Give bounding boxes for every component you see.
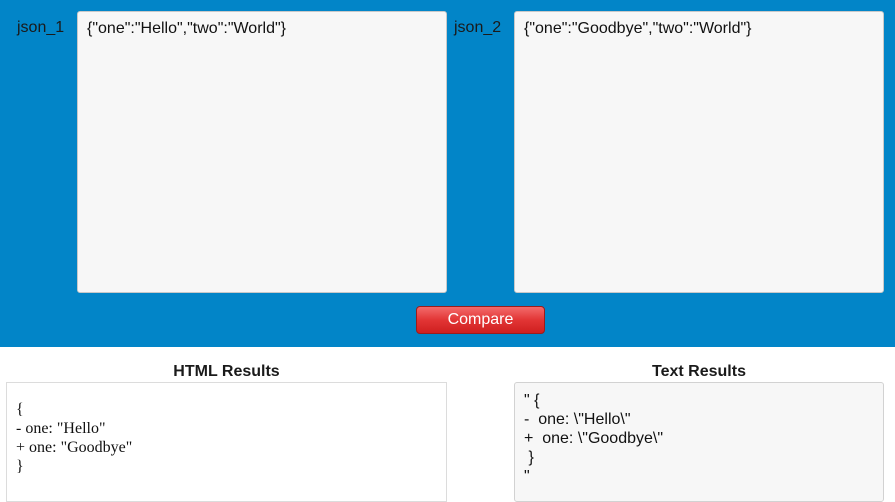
- text-result-line: - one: \"Hello\": [524, 411, 631, 428]
- compare-button[interactable]: Compare: [416, 306, 545, 334]
- text-result-line: ": [524, 468, 530, 485]
- json-2-label: json_2: [454, 19, 502, 36]
- json-1-input[interactable]: {"one":"Hello","two":"World"}: [77, 11, 447, 293]
- json-1-label: json_1: [17, 19, 65, 36]
- input-panel: json_1 {"one":"Hello","two":"World"} jso…: [0, 0, 895, 347]
- html-results-panel: { - one: "Hello" + one: "Goodbye" }: [6, 382, 447, 502]
- html-result-line: + one: "Goodbye": [16, 439, 133, 456]
- html-result-line: {: [16, 401, 24, 418]
- html-results-heading: HTML Results: [173, 363, 280, 380]
- text-results-heading: Text Results: [652, 363, 746, 380]
- text-result-line: }: [524, 449, 534, 466]
- html-result-line: }: [16, 458, 24, 475]
- json-2-input[interactable]: {"one":"Goodbye","two":"World"}: [514, 11, 884, 293]
- text-result-line: " {: [524, 392, 540, 409]
- html-result-line: - one: "Hello": [16, 420, 106, 437]
- text-result-line: + one: \"Goodbye\": [524, 430, 664, 447]
- text-results-panel[interactable]: " { - one: \"Hello\" + one: \"Goodbye\" } ": [514, 382, 884, 502]
